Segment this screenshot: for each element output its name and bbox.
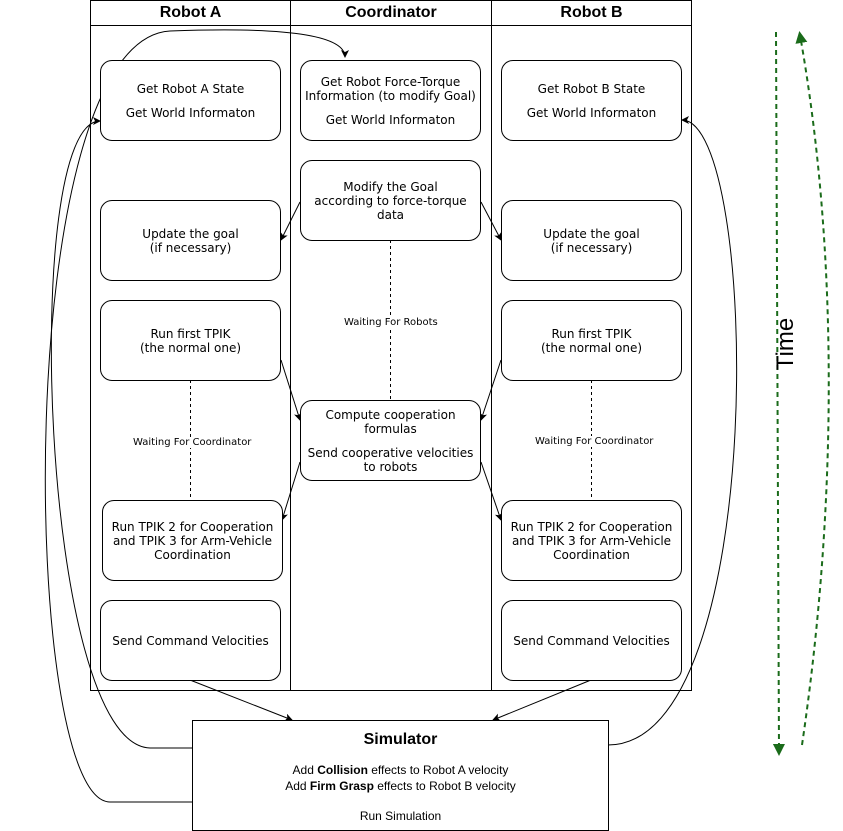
robot-a-send-velocities: Send Command Velocities xyxy=(100,600,281,681)
robot-a-run-tpik2: Run TPIK 2 for Cooperation and TPIK 3 for… xyxy=(102,500,283,581)
text: Get Robot A State xyxy=(136,81,245,96)
text: effects to Robot A velocity xyxy=(367,763,509,777)
simulator-box: Simulator Add Collision effects to Robot… xyxy=(192,720,609,831)
text: (if necessary) xyxy=(550,240,633,255)
text: Send Command Velocities xyxy=(513,633,670,648)
text: according to force-torque xyxy=(314,193,467,208)
text: Coordination xyxy=(553,547,630,562)
coordinator-wait-label: Waiting For Robots xyxy=(342,317,440,328)
text: Modify the Goal xyxy=(343,179,438,194)
text: formulas xyxy=(364,421,417,436)
coordinator-modify-goal: Modify the Goal according to force-torque… xyxy=(300,160,481,241)
text: Update the goal xyxy=(142,226,239,241)
text: Update the goal xyxy=(543,226,640,241)
robot-b-run-tpik1: Run first TPIK (the normal one) xyxy=(501,300,682,381)
text: Run TPIK 2 for Cooperation xyxy=(111,519,274,534)
text: (the normal one) xyxy=(139,340,242,355)
lane-header-robot-b: Robot B xyxy=(560,3,623,21)
text: Get Robot B State xyxy=(537,81,646,96)
robot-b-get-state: Get Robot B State Get World Informaton xyxy=(501,60,682,141)
lane-header-robot-a: Robot A xyxy=(159,3,222,21)
text: Get World Informaton xyxy=(325,112,456,127)
robot-a-update-goal: Update the goal (if necessary) xyxy=(100,200,281,281)
robot-a-wait-label: Waiting For Coordinator xyxy=(131,437,254,448)
text: Information (to modify Goal) xyxy=(305,88,476,103)
robot-b-send-velocities: Send Command Velocities xyxy=(501,600,682,681)
coordinator-compute-cooperation: Compute cooperation formulas Send cooperat… xyxy=(300,400,481,481)
text: Run TPIK 2 for Cooperation xyxy=(510,519,673,534)
text: effects to Robot B velocity xyxy=(373,779,516,793)
diagram: Robot A Coordinator Robot B Get Robot A … xyxy=(0,0,843,831)
text: and TPIK 3 for Arm-Vehicle xyxy=(511,533,672,548)
text: Run first TPIK xyxy=(551,326,632,341)
text: Collision xyxy=(317,763,368,777)
arrow xyxy=(189,679,293,722)
text: Run first TPIK xyxy=(150,326,231,341)
time-label: Time xyxy=(772,317,800,371)
text: Get World Informaton xyxy=(125,105,256,120)
text: Get Robot Force-Torque xyxy=(320,74,461,89)
simulator-line-run: Run Simulation xyxy=(359,809,442,823)
text: Firm Grasp xyxy=(309,779,374,793)
robot-a-run-tpik1: Run first TPIK (the normal one) xyxy=(100,300,281,381)
lane-header-coordinator: Coordinator xyxy=(345,3,437,21)
simulator-line-grasp: Add Firm Grasp effects to Robot B veloci… xyxy=(193,779,608,793)
robot-b-wait-label: Waiting For Coordinator xyxy=(533,436,656,447)
simulator-title: Simulator xyxy=(363,731,438,748)
robot-a-get-state: Get Robot A State Get World Informaton xyxy=(100,60,281,141)
text: Compute cooperation xyxy=(325,407,456,422)
text: to robots xyxy=(363,459,418,474)
robot-b-run-tpik2: Run TPIK 2 for Cooperation and TPIK 3 for… xyxy=(501,500,682,581)
simulator-line-collision: Add Collision effects to Robot A velocit… xyxy=(193,763,608,777)
text: Send cooperative velocities xyxy=(307,445,474,460)
coordinator-get-force-torque: Get Robot Force-Torque Information (to mo… xyxy=(300,60,481,141)
text: Send Command Velocities xyxy=(112,633,269,648)
time-arrow-icon xyxy=(772,31,830,756)
text: (if necessary) xyxy=(149,240,232,255)
text: Add xyxy=(292,763,318,777)
text: Get World Informaton xyxy=(526,105,657,120)
robot-b-update-goal: Update the goal (if necessary) xyxy=(501,200,682,281)
text: Add xyxy=(285,779,310,793)
text: and TPIK 3 for Arm-Vehicle xyxy=(112,533,273,548)
arrow xyxy=(492,679,592,722)
text: Coordination xyxy=(154,547,231,562)
text: data xyxy=(376,207,405,222)
text: (the normal one) xyxy=(540,340,643,355)
